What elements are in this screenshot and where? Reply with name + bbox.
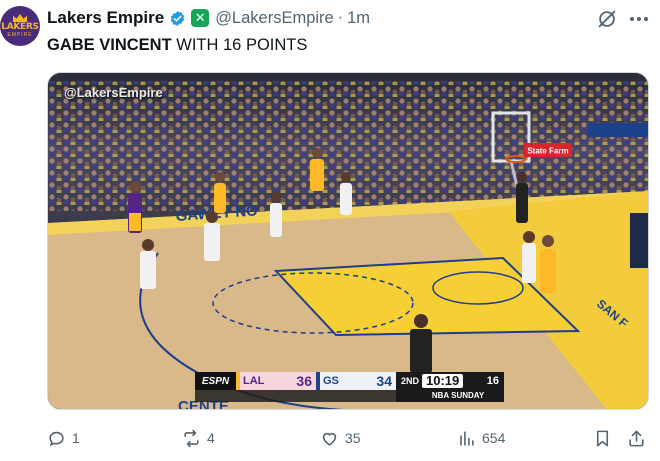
network-logo: ESPN	[195, 372, 236, 390]
game-clock-box: 2ND 10:19 16	[396, 372, 504, 390]
home-team-score: 36	[296, 373, 312, 389]
period: 2ND	[401, 376, 420, 386]
repost-count: 4	[207, 430, 215, 446]
share-button[interactable]	[627, 428, 652, 448]
tweet-text-bold: GABE VINCENT	[47, 36, 172, 54]
away-team-name: GS	[323, 375, 339, 387]
reply-icon	[49, 431, 64, 446]
broadcast-label: NBA SUNDAY	[396, 390, 504, 402]
repost-button[interactable]: 4	[182, 428, 215, 448]
game-clock: 10:19	[422, 374, 464, 388]
crown-icon	[13, 14, 27, 22]
separator-dot: ·	[337, 9, 344, 26]
grok-icon[interactable]	[596, 8, 618, 30]
reply-button[interactable]: 1	[47, 428, 80, 448]
user-handle[interactable]: @LakersEmpire	[215, 9, 334, 28]
tweet-timestamp[interactable]: 1m	[347, 9, 370, 28]
shot-clock: 16	[486, 375, 499, 387]
like-count: 35	[345, 430, 361, 446]
away-team-score: 34	[376, 373, 392, 389]
video-watermark: @LakersEmpire	[64, 85, 163, 100]
home-team-name: LAL	[243, 375, 265, 387]
scorebug-footer: NBA SUNDAY	[195, 390, 504, 402]
sponsor-sign: State Farm	[527, 147, 568, 156]
bookmark-button[interactable]	[593, 428, 618, 448]
tweet-actions: 1 4 35 654	[47, 428, 650, 448]
bookmark-icon	[596, 430, 609, 446]
avatar[interactable]: LAKERS EMPIRE	[0, 6, 40, 46]
reply-count: 1	[72, 430, 80, 446]
verified-badge-icon[interactable]	[169, 10, 186, 27]
scorebug: ESPN LAL 36 GS 34 2ND 10:19 16	[195, 372, 504, 390]
basketball-game-scene: State Farm GAWEY NO SAN F CENTE	[48, 73, 648, 409]
tweet-text-rest: WITH 16 POINTS	[171, 36, 308, 54]
share-icon	[629, 430, 644, 446]
analytics-icon	[460, 430, 474, 446]
heart-icon	[322, 432, 337, 446]
tweet-header: Lakers Empire ✕ @LakersEmpire · 1m	[47, 7, 370, 29]
avatar-subtext: EMPIRE	[7, 32, 33, 38]
display-name[interactable]: Lakers Empire	[47, 8, 164, 28]
away-team-score-box: GS 34	[316, 372, 396, 390]
like-button[interactable]: 35	[320, 428, 361, 448]
scorebug-footer-bar	[195, 390, 396, 402]
more-icon[interactable]	[628, 8, 650, 30]
affiliate-badge-icon[interactable]: ✕	[191, 9, 210, 27]
avatar-text: LAKERS	[1, 22, 39, 32]
view-count: 654	[482, 430, 506, 446]
tweet-text: GABE VINCENT WITH 16 POINTS	[47, 36, 307, 55]
video-player[interactable]: State Farm GAWEY NO SAN F CENTE @LakersE…	[47, 72, 649, 410]
views-button[interactable]: 654	[457, 428, 505, 448]
repost-icon	[184, 429, 199, 447]
home-team-score-box: LAL 36	[236, 372, 316, 390]
